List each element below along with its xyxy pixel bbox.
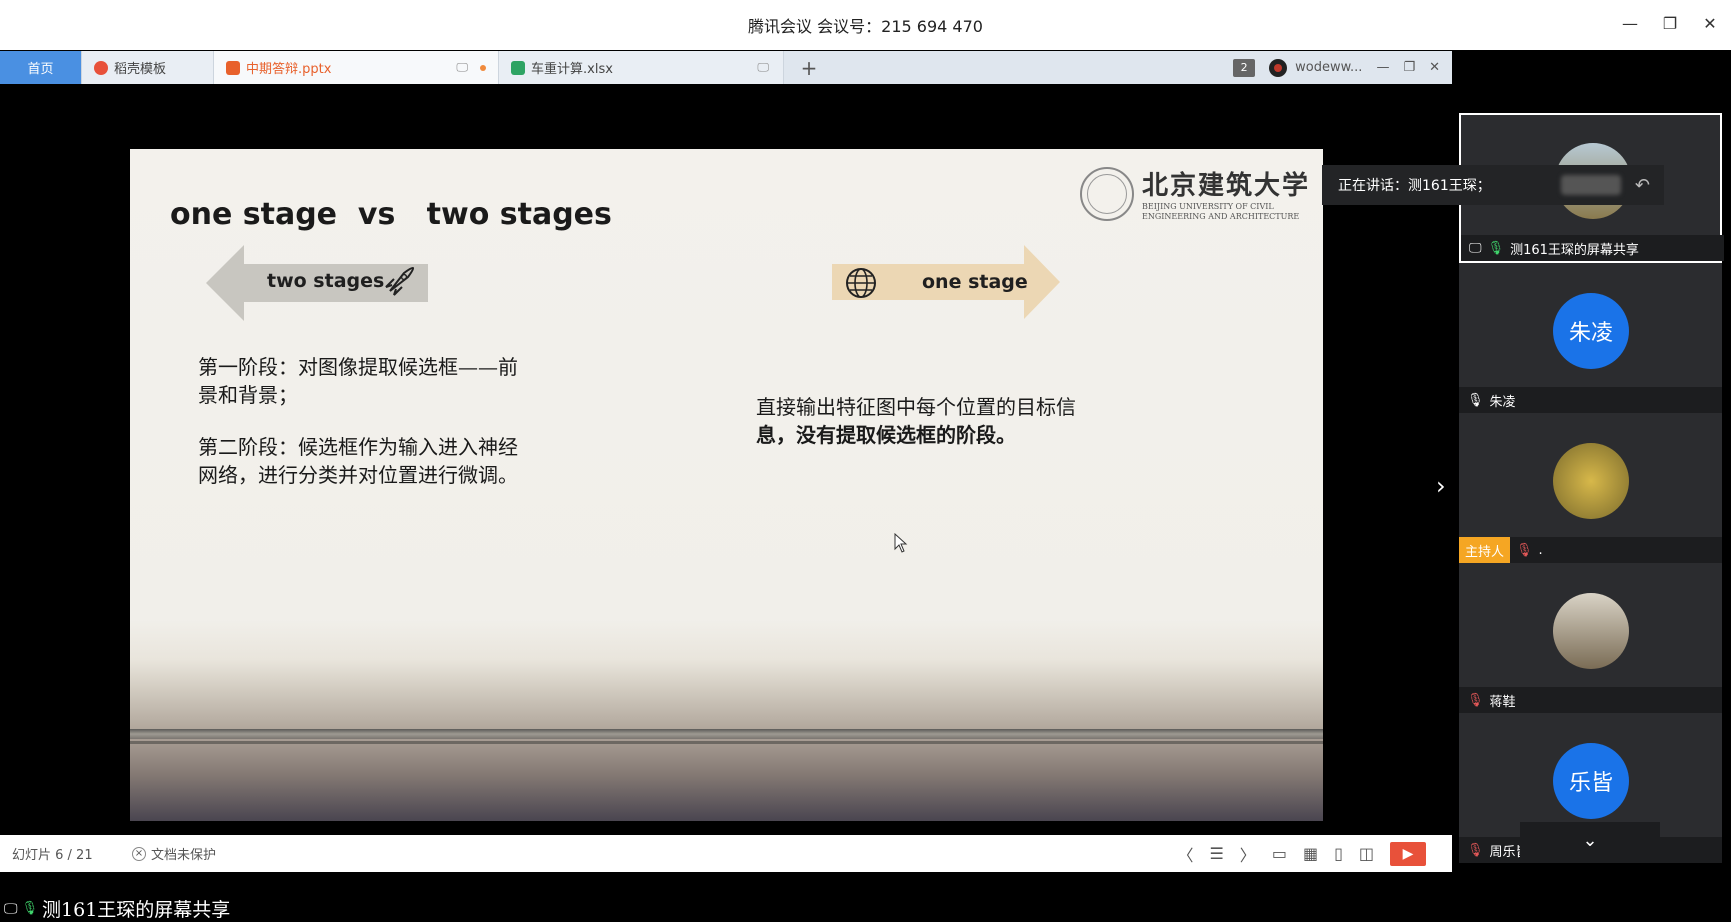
one-stage-line-2: 息，没有提取候选框的阶段。 xyxy=(756,423,1016,447)
ppt-file-icon xyxy=(226,60,240,75)
participant-avatar: 朱凌 xyxy=(1553,293,1629,369)
normal-view-icon[interactable]: ▭ xyxy=(1272,844,1287,863)
collapse-chevron-down-icon[interactable]: ⌄ xyxy=(1520,822,1660,858)
participant-name-bar: 🎙 朱凌 xyxy=(1459,387,1722,413)
logo-english-name-1: BEIJING UNIVERSITY OF CIVIL xyxy=(1142,202,1274,211)
tab-label: 中期答辩.pptx xyxy=(246,62,332,77)
wps-minimize-button[interactable]: — xyxy=(1376,60,1389,75)
presentation-slide: one stage vs two stages 北京建筑大学 BEIJING U… xyxy=(130,149,1323,821)
participant-name-bar: 主持人 🎙 . xyxy=(1459,537,1722,563)
expand-panel-chevron-icon[interactable]: › xyxy=(1436,472,1446,500)
one-stage-line-1: 直接输出特征图中每个位置的目标信 xyxy=(756,395,1076,419)
logo-english-name-2: ENGINEERING AND ARCHITECTURE xyxy=(1142,212,1300,221)
slide-decor-line xyxy=(130,741,1323,744)
stage-two-text: 第二阶段：候选框作为输入进入神经 网络，进行分类并对位置进行微调。 xyxy=(198,433,578,489)
notes-view-icon[interactable]: ◫ xyxy=(1359,844,1374,863)
user-account[interactable]: wodeww... xyxy=(1269,58,1363,77)
participant-avatar xyxy=(1553,593,1629,669)
play-slideshow-button[interactable]: ▶ xyxy=(1390,841,1426,866)
host-badge: 主持人 xyxy=(1459,537,1511,563)
mic-muted-icon: 🎙 xyxy=(1467,842,1484,858)
user-avatar xyxy=(1269,58,1288,77)
meeting-title-bar: 腾讯会议 会议号：215 694 470 — ❐ ✕ xyxy=(0,0,1731,50)
tab-home-label: 首页 xyxy=(27,62,54,77)
screen-share-icon: 🖵 xyxy=(1469,240,1482,256)
new-tab-button[interactable]: + xyxy=(784,51,834,84)
wps-tab-bar: 首页 稻壳模板 中期答辩.pptx 🖵 车重计算.xlsx 🖵 + 2 wode… xyxy=(0,51,1452,84)
tab-pptx[interactable]: 中期答辩.pptx 🖵 xyxy=(214,51,499,84)
mic-on-icon: 🎙 xyxy=(1487,240,1505,256)
mic-muted-icon: 🎙 xyxy=(1516,542,1533,558)
monitor-icon[interactable]: 🖵 xyxy=(757,60,769,75)
slide-controls: 〈 ☰ 〉 ▭ ▦ ▯ ◫ ▶ xyxy=(1177,841,1452,866)
participant-name-bar: 🖵 🎙 测161王琛的屏幕共享 xyxy=(1461,235,1724,261)
university-logo: 北京建筑大学 BEIJING UNIVERSITY OF CIVIL ENGIN… xyxy=(1080,165,1310,222)
wps-close-button[interactable]: ✕ xyxy=(1429,60,1440,75)
rocket-icon xyxy=(385,266,415,296)
mic-on-icon: 🎙 xyxy=(21,901,39,916)
reading-view-icon[interactable]: ▯ xyxy=(1334,844,1343,863)
slide-counter: 幻灯片 6 / 21 xyxy=(12,848,93,863)
stage-one-text: 第一阶段：对图像提取候选框——前 景和背景； xyxy=(198,353,578,409)
close-button[interactable]: ✕ xyxy=(1701,14,1719,33)
grid-view-icon[interactable]: ▦ xyxy=(1303,844,1318,863)
user-name: wodeww... xyxy=(1295,60,1363,75)
slide-decor-stripe xyxy=(130,729,1323,739)
wps-restore-button[interactable]: ❐ xyxy=(1403,60,1415,75)
wps-status-bar: 幻灯片 6 / 21 × 文档未保护 〈 ☰ 〉 ▭ ▦ ▯ ◫ ▶ xyxy=(0,835,1452,872)
prev-slide-button[interactable]: 〈 xyxy=(1177,842,1193,866)
logo-chinese-name: 北京建筑大学 xyxy=(1142,171,1311,201)
protection-icon: × xyxy=(132,846,146,861)
speaking-indicator: 正在讲话：测161王琛； ↶ xyxy=(1322,165,1664,205)
participant-name-bar: 🎙 蒋鞋 xyxy=(1459,687,1722,713)
participant-avatar xyxy=(1553,443,1629,519)
participant-name: . xyxy=(1538,542,1543,558)
slide-title: one stage vs two stages xyxy=(170,197,612,232)
minimize-button[interactable]: — xyxy=(1621,14,1639,33)
restore-button[interactable]: ❐ xyxy=(1661,14,1679,33)
blurred-thumbnail xyxy=(1560,175,1621,195)
next-slide-button[interactable]: 〉 xyxy=(1240,842,1256,866)
unsaved-dot-icon xyxy=(480,64,486,71)
tab-label: 稻壳模板 xyxy=(114,62,167,77)
one-stage-text: 直接输出特征图中每个位置的目标信 息，没有提取候选框的阶段。 xyxy=(756,393,1136,449)
tab-home[interactable]: 首页 xyxy=(0,51,82,84)
participant-name: 测161王琛的屏幕共享 xyxy=(1510,242,1639,258)
tabbar-right-controls: 2 wodeww... — ❐ ✕ xyxy=(1233,51,1452,84)
excel-file-icon xyxy=(511,60,525,75)
participant-tile[interactable]: 🎙 蒋鞋 xyxy=(1459,563,1722,713)
meeting-title: 腾讯会议 会议号：215 694 470 xyxy=(748,17,983,36)
reply-icon[interactable]: ↶ xyxy=(1635,175,1650,196)
stage-two-line-1: 第二阶段：候选框作为输入进入神经 xyxy=(198,435,518,459)
globe-icon xyxy=(846,268,876,298)
participant-avatar: 乐皆 xyxy=(1553,743,1629,819)
participant-tile[interactable]: 主持人 🎙 . xyxy=(1459,413,1722,563)
mouse-cursor-icon xyxy=(894,533,908,553)
screen-share-icon: 🖵 xyxy=(4,900,18,917)
one-stage-label: one stage xyxy=(922,271,1028,293)
two-stages-label: two stages xyxy=(267,270,385,292)
mic-muted-icon: 🎙 xyxy=(1467,692,1484,708)
window-controls: — ❐ ✕ xyxy=(1621,14,1719,33)
slide-list-button[interactable]: ☰ xyxy=(1209,844,1223,863)
monitor-icon[interactable]: 🖵 xyxy=(456,60,468,75)
speaking-text: 正在讲话：测161王琛； xyxy=(1338,178,1491,194)
tab-xlsx[interactable]: 车重计算.xlsx 🖵 xyxy=(499,51,784,84)
mic-on-icon: 🎙 xyxy=(1467,392,1484,408)
tab-label: 车重计算.xlsx xyxy=(531,62,613,77)
stage-one-line-2: 景和背景； xyxy=(198,383,298,407)
window-count-badge[interactable]: 2 xyxy=(1233,58,1256,77)
document-protection[interactable]: × 文档未保护 xyxy=(132,844,216,863)
participant-name: 蒋鞋 xyxy=(1489,694,1516,710)
stage-two-line-2: 网络，进行分类并对位置进行微调。 xyxy=(198,463,518,487)
participant-tile[interactable]: 朱凌 🎙 朱凌 xyxy=(1459,263,1722,413)
stage-one-line-1: 第一阶段：对图像提取候选框——前 xyxy=(198,355,518,379)
participant-name: 朱凌 xyxy=(1489,394,1516,410)
university-seal-icon xyxy=(1080,166,1134,221)
docer-icon xyxy=(94,60,108,75)
document-protection-label: 文档未保护 xyxy=(151,848,217,863)
tab-docer-templates[interactable]: 稻壳模板 xyxy=(82,51,214,84)
